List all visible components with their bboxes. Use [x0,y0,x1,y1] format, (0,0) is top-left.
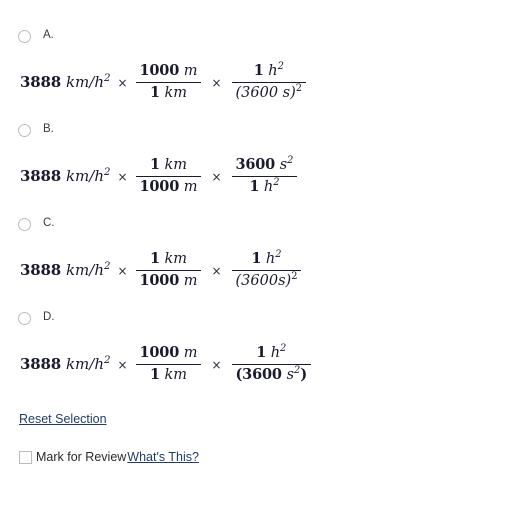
fraction-denominator: 1000 m [139,177,198,195]
fraction-numerator: 1 h2 [253,61,284,79]
option-a-lead-number: 3888 [20,73,61,91]
option-d-letter: D. [43,311,55,324]
multiply-icon: × [211,76,222,90]
multiply-icon: × [211,170,222,184]
multiply-icon: × [117,264,128,278]
fraction-numerator: 1 h2 [256,343,287,361]
option-a-expression: 3888 km/h2 × 1000 m 1 km × 1 h2 (3600 s)… [0,60,510,104]
whats-this-link[interactable]: What's This? [127,450,199,464]
fraction-denominator: 1000 m [139,271,198,289]
option-d-expression: 3888 km/h2 × 1000 m 1 km × 1 h2 (3600 s2… [0,342,510,386]
question-footer: Reset Selection Mark for Review What's T… [0,410,510,464]
multiply-icon: × [117,170,128,184]
radio-button-d[interactable] [18,311,31,325]
option-b-fraction-2: 3600 s2 1 h2 [231,155,298,195]
option-c-letter: C. [43,217,55,230]
fraction-denominator: (3600 s2) [235,364,308,383]
fraction-denominator: 1 h2 [249,176,280,195]
mark-for-review-label: Mark for Review [36,450,127,464]
mark-for-review-row: Mark for Review What's This? [19,450,510,464]
option-c-fraction-2: 1 h2 (3600s)2 [231,249,302,289]
fraction-numerator: 1000 m [139,343,198,361]
fraction-numerator: 3600 s2 [235,155,294,173]
option-b: B. 3888 km/h2 × 1 km 1000 m × 3600 s2 1 … [0,120,510,198]
fraction-denominator: 1 km [149,83,188,101]
option-b-lead-unit: km/h2 [65,167,111,185]
option-d-lead-unit: km/h2 [65,355,111,373]
option-a-fraction-1: 1000 m 1 km [135,61,202,101]
option-c-lead-unit: km/h2 [65,261,111,279]
fraction-numerator: 1000 m [139,61,198,79]
option-a-header[interactable]: A. [0,26,510,46]
fraction-numerator: 1 km [149,249,188,267]
option-a-fraction-2: 1 h2 (3600 s)2 [231,61,307,101]
option-d-lead-number: 3888 [20,355,61,373]
option-b-letter: B. [43,123,54,136]
reset-selection-link[interactable]: Reset Selection [19,412,107,426]
option-c-lead-number: 3888 [20,261,61,279]
quiz-options-list: A. 3888 km/h2 × 1000 m 1 km × 1 h2 (3600… [0,0,510,386]
option-d: D. 3888 km/h2 × 1000 m 1 km × 1 h2 (3600… [0,308,510,386]
multiply-icon: × [211,264,222,278]
option-a-letter: A. [43,29,54,42]
option-b-lead-number: 3888 [20,167,61,185]
fraction-numerator: 1 h2 [251,249,282,267]
option-c-header[interactable]: C. [0,214,510,234]
option-d-fraction-2: 1 h2 (3600 s2) [231,343,311,383]
option-c-expression: 3888 km/h2 × 1 km 1000 m × 1 h2 (3600s)2 [0,248,510,292]
option-c-fraction-1: 1 km 1000 m [135,249,202,289]
fraction-numerator: 1 km [149,155,188,173]
radio-button-c[interactable] [18,217,31,231]
multiply-icon: × [117,358,128,372]
option-a: A. 3888 km/h2 × 1000 m 1 km × 1 h2 (3600… [0,26,510,104]
radio-button-a[interactable] [18,29,31,43]
multiply-icon: × [117,76,128,90]
option-b-expression: 3888 km/h2 × 1 km 1000 m × 3600 s2 1 h2 [0,154,510,198]
option-b-header[interactable]: B. [0,120,510,140]
option-c: C. 3888 km/h2 × 1 km 1000 m × 1 h2 (3600… [0,214,510,292]
fraction-denominator: (3600 s)2 [235,82,303,101]
multiply-icon: × [211,358,222,372]
fraction-denominator: 1 km [149,365,188,383]
fraction-denominator: (3600s)2 [235,270,298,289]
option-a-lead-unit: km/h2 [65,73,111,91]
mark-for-review-checkbox[interactable] [19,450,32,464]
option-d-fraction-1: 1000 m 1 km [135,343,202,383]
radio-button-b[interactable] [18,123,31,137]
option-b-fraction-1: 1 km 1000 m [135,155,202,195]
option-d-header[interactable]: D. [0,308,510,328]
